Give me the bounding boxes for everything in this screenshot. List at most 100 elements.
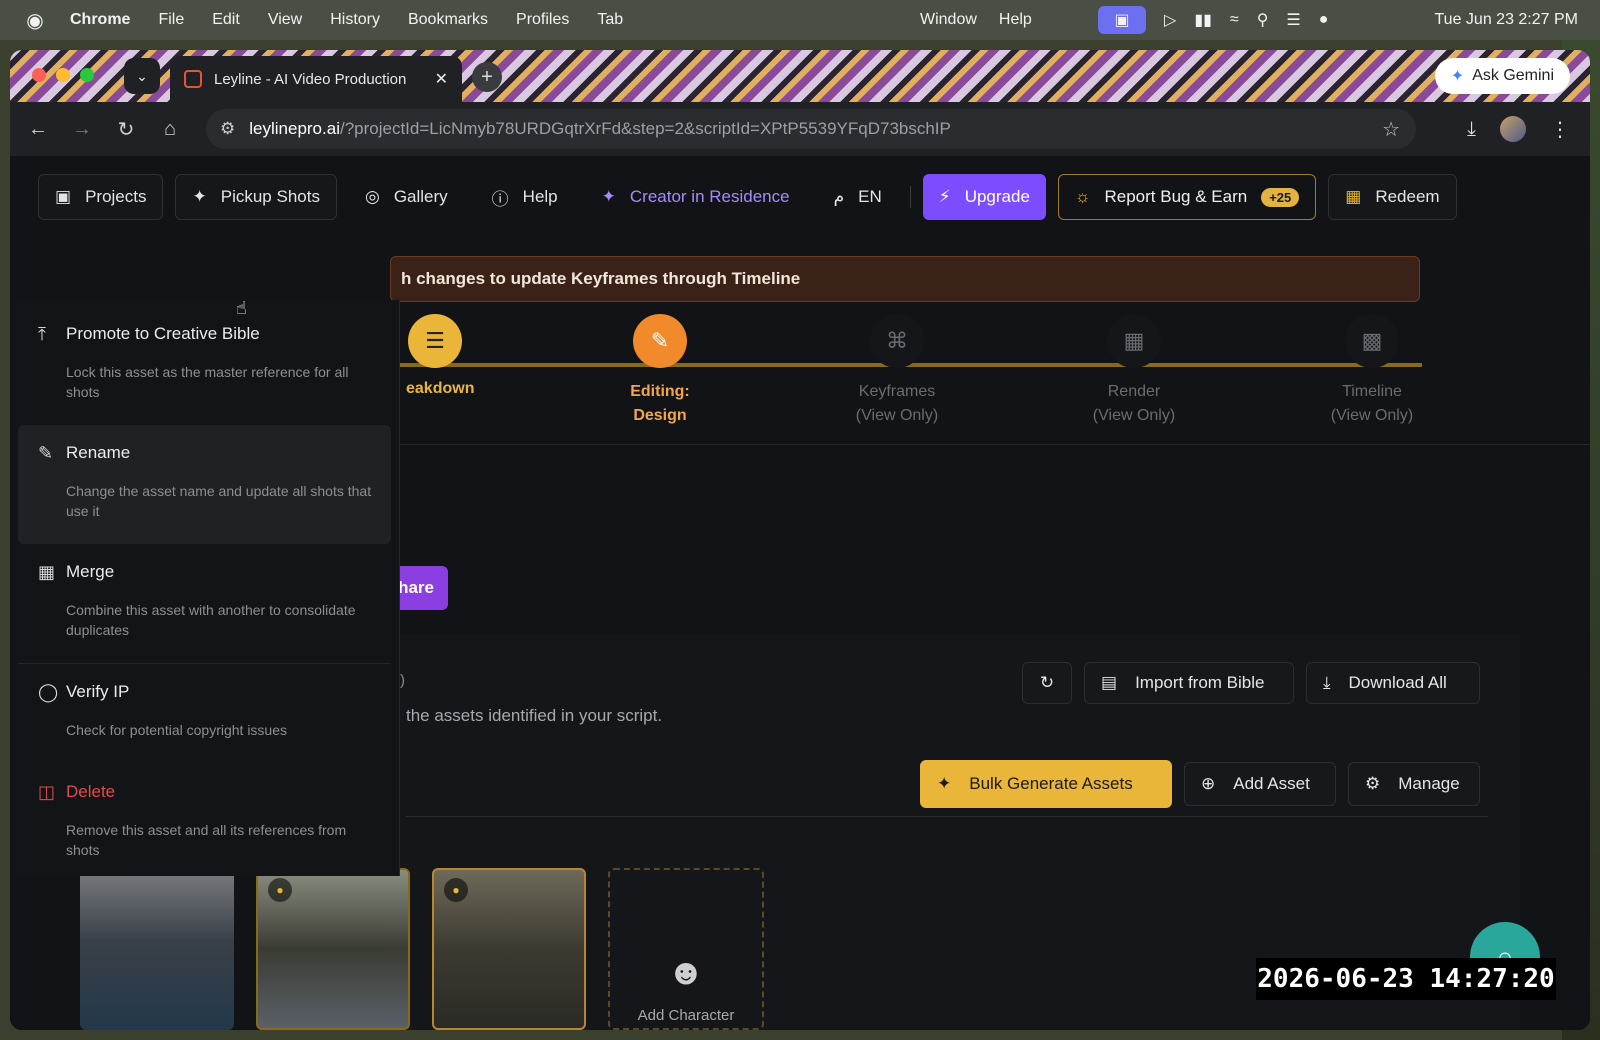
menu-bookmarks[interactable]: Bookmarks — [408, 11, 488, 29]
step-keyframes[interactable]: ⌘ Keyframes (View Only) — [822, 314, 972, 428]
asset-context-menu: ⤒ Promote to Creative Bible Lock this as… — [10, 300, 400, 876]
upgrade-button[interactable]: ⚡ Upgrade — [922, 174, 1046, 220]
leyline-favicon-icon — [184, 70, 202, 88]
siri-icon[interactable]: ● — [1319, 11, 1329, 29]
gallery-button[interactable]: ◎ Gallery — [349, 174, 464, 220]
download-icon[interactable]: ⤓ — [1467, 118, 1476, 141]
magic-wand-icon: ✦ — [937, 774, 952, 793]
redeem-button[interactable]: ▦ Redeem — [1328, 174, 1457, 220]
asset-card-castle[interactable]: ● — [256, 868, 410, 1030]
add-character-label: Add Character — [637, 1007, 735, 1024]
projects-button[interactable]: ▣ Projects — [38, 174, 164, 220]
menu-profiles[interactable]: Profiles — [516, 11, 569, 29]
language-button[interactable]: ﻡ EN — [818, 174, 898, 220]
sparkles-icon: ✦ — [601, 187, 616, 206]
download-all-label: Download All — [1348, 673, 1447, 692]
asset-card-warrior[interactable]: ● — [432, 868, 586, 1030]
menu-item-title: Delete — [66, 782, 116, 801]
reload-icon[interactable]: ↻ — [104, 117, 148, 142]
refresh-icon: ↻ — [1039, 673, 1055, 692]
forward-arrow-icon[interactable]: → — [60, 118, 104, 141]
bookmark-star-icon[interactable]: ☆ — [1382, 117, 1400, 142]
browser-tab-leyline[interactable]: Leyline - AI Video Production ✕ — [170, 56, 462, 102]
control-center-icon[interactable]: ☰ — [1286, 10, 1300, 30]
arrow-up-to-line-icon: ⤒ — [38, 324, 46, 344]
menu-clock[interactable]: Tue Jun 23 2:27 PM — [1435, 0, 1579, 40]
wifi-icon[interactable]: ≈ — [1230, 11, 1239, 29]
download-all-button[interactable]: ⤓ Download All — [1306, 662, 1480, 704]
address-bar[interactable]: ⚙ leylinepro.ai /?projectId=LicNmyb78URD… — [206, 109, 1416, 149]
close-tab-icon[interactable]: ✕ — [435, 69, 448, 89]
add-asset-label: Add Asset — [1233, 774, 1310, 793]
window-controls — [32, 68, 94, 82]
help-label: Help — [522, 187, 558, 206]
help-button[interactable]: ⓘ Help — [476, 174, 574, 220]
menu-item-promote-to-creative-bible[interactable]: ⤒ Promote to Creative Bible Lock this as… — [18, 306, 391, 425]
menu-item-verify-ip[interactable]: ◯ Verify IP Check for potential copyrigh… — [18, 664, 391, 764]
creator-in-residence-button[interactable]: ✦ Creator in Residence — [586, 174, 806, 220]
step-render[interactable]: ▦ Render (View Only) — [1059, 314, 1209, 428]
refresh-button[interactable]: ↻ — [1022, 662, 1072, 704]
spotlight-search-icon[interactable]: ⚲ — [1257, 10, 1269, 30]
menu-tab[interactable]: Tab — [597, 11, 623, 29]
browser-toolbar: ← → ↻ ⌂ ⚙ leylinepro.ai /?projectId=LicN… — [10, 102, 1590, 156]
menu-file[interactable]: File — [158, 11, 184, 29]
gemini-sparkle-icon: ✦ — [1450, 68, 1465, 85]
close-window-button[interactable] — [32, 68, 46, 82]
step-timeline[interactable]: ▩ Timeline (View Only) — [1297, 314, 1447, 428]
folder-icon: ▣ — [55, 187, 72, 206]
menu-view[interactable]: View — [268, 11, 302, 29]
help-circle-icon: ⓘ — [491, 189, 509, 209]
asset-card-nobleman[interactable] — [80, 868, 234, 1030]
film-icon: ▩ — [1345, 314, 1399, 368]
menu-item-delete[interactable]: ◫ Delete Remove this asset and all its r… — [18, 764, 391, 883]
profile-avatar[interactable] — [1500, 116, 1526, 142]
menu-history[interactable]: History — [330, 11, 380, 29]
screen-mirroring-icon[interactable]: ▣ — [1098, 6, 1146, 34]
bug-icon: ☼ — [1074, 187, 1091, 206]
add-character-card[interactable]: ☻ Add Character — [608, 868, 764, 1030]
pencil-icon: ✎ — [38, 443, 54, 463]
step-editing-design[interactable]: ✎ Editing: Design — [585, 314, 735, 428]
new-tab-button[interactable]: + — [472, 62, 502, 92]
pickup-shots-button[interactable]: ✦ Pickup Shots — [175, 174, 337, 220]
menu-window[interactable]: Window — [920, 11, 977, 29]
home-icon[interactable]: ⌂ — [148, 118, 192, 141]
menu-item-merge[interactable]: ▦ Merge Combine this asset with another … — [18, 544, 391, 663]
menu-app-chrome[interactable]: Chrome — [70, 11, 130, 29]
menu-item-title: Verify IP — [66, 682, 130, 701]
browser-window: ⌄ Leyline - AI Video Production ✕ + ✦ As… — [10, 50, 1590, 1030]
projects-label: Projects — [85, 187, 147, 206]
ask-gemini-button[interactable]: ✦ Ask Gemini — [1434, 58, 1570, 94]
report-bug-button[interactable]: ☼ Report Bug & Earn +25 — [1057, 174, 1317, 220]
lock-icon: ● — [444, 878, 468, 902]
tab-title: Leyline - AI Video Production — [214, 70, 407, 88]
site-settings-icon[interactable]: ⚙ — [220, 119, 235, 139]
add-asset-button[interactable]: ⊕ Add Asset — [1184, 762, 1336, 806]
apple-icon[interactable]: ◉ — [0, 8, 70, 33]
redeem-label: Redeem — [1375, 187, 1440, 206]
macos-menu-bar: ◉ Chrome File Edit View History Bookmark… — [0, 0, 1600, 40]
tab-search-chevron-icon[interactable]: ⌄ — [124, 58, 160, 94]
import-from-bible-button[interactable]: ▤ Import from Bible — [1084, 662, 1294, 704]
play-icon[interactable]: ▷ — [1164, 10, 1176, 30]
menu-item-description: Check for potential copyright issues — [66, 722, 287, 738]
back-arrow-icon[interactable]: ← — [16, 118, 60, 141]
zoom-window-button[interactable] — [80, 68, 94, 82]
minimize-window-button[interactable] — [56, 68, 70, 82]
crop-icon: ⌘ — [870, 314, 924, 368]
battery-icon[interactable]: ▮▮ — [1194, 10, 1212, 30]
browser-menu-icon[interactable]: ⋮ — [1550, 117, 1570, 142]
leyline-app: ▣ Projects ✦ Pickup Shots ◎ Gallery ⓘ He… — [10, 156, 1590, 1030]
clapperboard-icon: ▦ — [1107, 314, 1161, 368]
toolbar-divider — [406, 816, 1488, 817]
menu-help[interactable]: Help — [999, 11, 1032, 29]
gift-icon: ▦ — [1345, 187, 1362, 206]
menu-item-description: Lock this asset as the master reference … — [66, 364, 349, 400]
merge-icon: ▦ — [38, 562, 56, 582]
bulk-generate-assets-button[interactable]: ✦ Bulk Generate Assets — [920, 760, 1172, 808]
menu-edit[interactable]: Edit — [212, 11, 240, 29]
step-editing-label: Editing: Design — [630, 383, 690, 424]
manage-button[interactable]: ⚙ Manage — [1348, 762, 1480, 806]
menu-item-rename[interactable]: ✎ Rename Change the asset name and updat… — [18, 425, 391, 544]
